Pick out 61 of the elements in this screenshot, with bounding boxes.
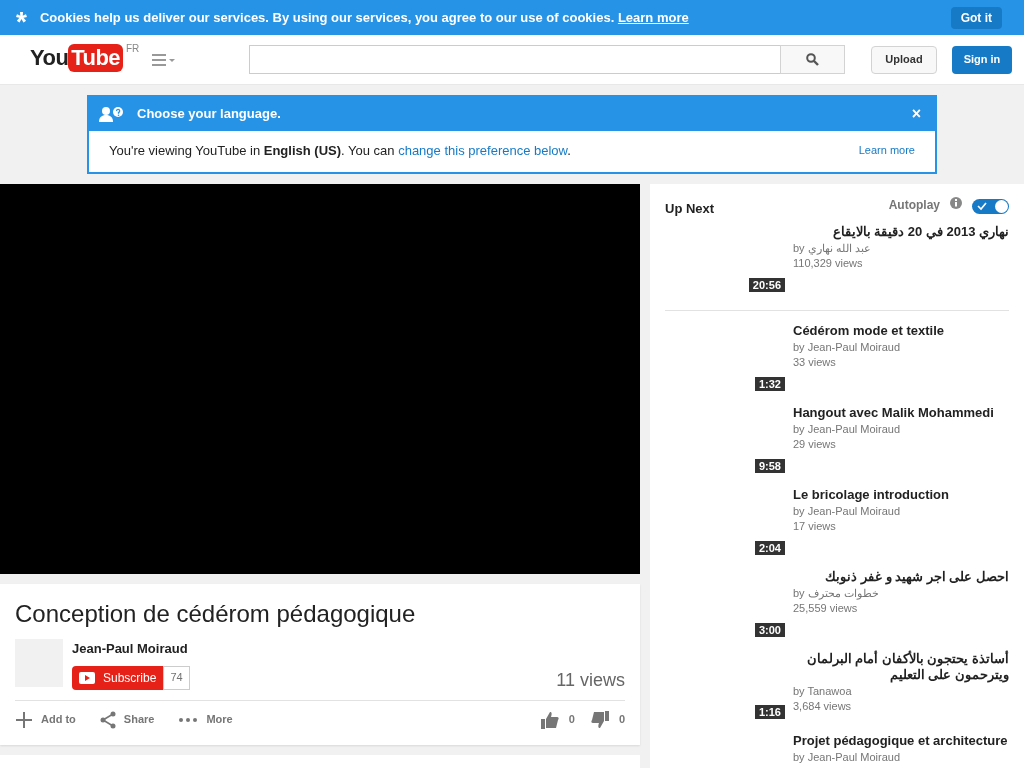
search-button[interactable] [780,45,846,74]
channel-name[interactable]: Jean-Paul Moiraud [72,639,190,659]
action-button[interactable]: More [178,711,233,728]
video-title[interactable]: احصل على اجر شهيد و غفر ذنوبك [793,569,1009,585]
view-count: 25,559 views [793,601,859,616]
video-duration: 3:00 [754,623,785,637]
dislike-button[interactable]: 0 [590,710,625,729]
view-count: 3,684 views [793,699,853,714]
autoplay-toggle[interactable] [972,199,1009,214]
video-duration: 1:16 [754,705,785,719]
video-channel: by Jean-Paul Moiraud [793,340,902,355]
subscribe-button[interactable]: Subscribe [72,665,164,690]
share-icon [99,710,116,729]
video-title[interactable]: Projet pédagogique et architecture [793,733,1009,749]
video-title: Conception de cédérom pédagogique [15,599,417,629]
learn-more-link[interactable]: Learn more [858,142,915,159]
like-button[interactable]: 0 [540,710,575,729]
language-icon [99,106,125,122]
video-channel: by Tanawoa [793,684,853,699]
video-channel: by Jean-Paul Moiraud [793,750,902,765]
play-icon [79,671,95,684]
video-channel: by Jean-Paul Moiraud [793,504,902,519]
cookie-message: Cookies help us deliver our services. By using our services, you agree to our use of cookies. Learn more [39,8,689,27]
thumbs-down-icon [590,710,609,729]
more-icon [178,716,199,723]
video-title[interactable]: نهاري 2013 في 20 دقيقة بالايقاع [793,224,1009,240]
autoplay-label: Autoplay [888,197,940,214]
action-button[interactable]: Add to [15,710,76,729]
view-count: 33 views [793,355,837,370]
video-title[interactable]: Cédérom mode et textile [793,323,1009,339]
thumbs-up-icon [540,710,559,729]
asterisk-icon: * [16,7,27,36]
video-duration: 20:56 [748,278,785,292]
video-duration: 2:04 [754,541,785,555]
sign-in-button[interactable]: Sign in [951,45,1013,74]
action-button[interactable]: Share [99,710,155,729]
plus-icon [15,710,33,729]
video-duration: 9:58 [754,459,785,473]
country-code: FR [126,42,140,56]
video-channel: by Jean-Paul Moiraud [793,422,902,437]
menu-icon[interactable] [152,53,177,66]
view-count: 11 views [556,669,625,690]
search-icon [806,53,820,66]
info-icon [950,197,962,209]
video-duration: 1:32 [754,377,785,391]
video-title[interactable]: أساتذة يحتجون بالأكفان أمام البرلمان ويترحمون على التعليم [793,651,1009,683]
search-field[interactable] [249,45,781,74]
learn-more-link[interactable]: Learn more [617,9,689,25]
check-icon [977,202,987,211]
view-count: 29 views [793,437,837,452]
notice-message: You're viewing YouTube in English (US). You can change this preference below. [109,141,571,160]
up-next-heading: Up Next [665,200,715,218]
view-count: 17 views [793,519,837,534]
subscriber-count: 74 [163,665,190,690]
notice-title: Choose your language. [137,105,281,124]
got-it-button[interactable]: Got it [950,6,1002,29]
video-title[interactable]: Hangout avec Malik Mohammedi [793,405,1009,421]
video-title[interactable]: Le bricolage introduction [793,487,1009,503]
upload-button[interactable]: Upload [871,45,937,74]
close-button[interactable]: × [911,102,921,126]
view-count: 110,329 views [793,256,864,271]
